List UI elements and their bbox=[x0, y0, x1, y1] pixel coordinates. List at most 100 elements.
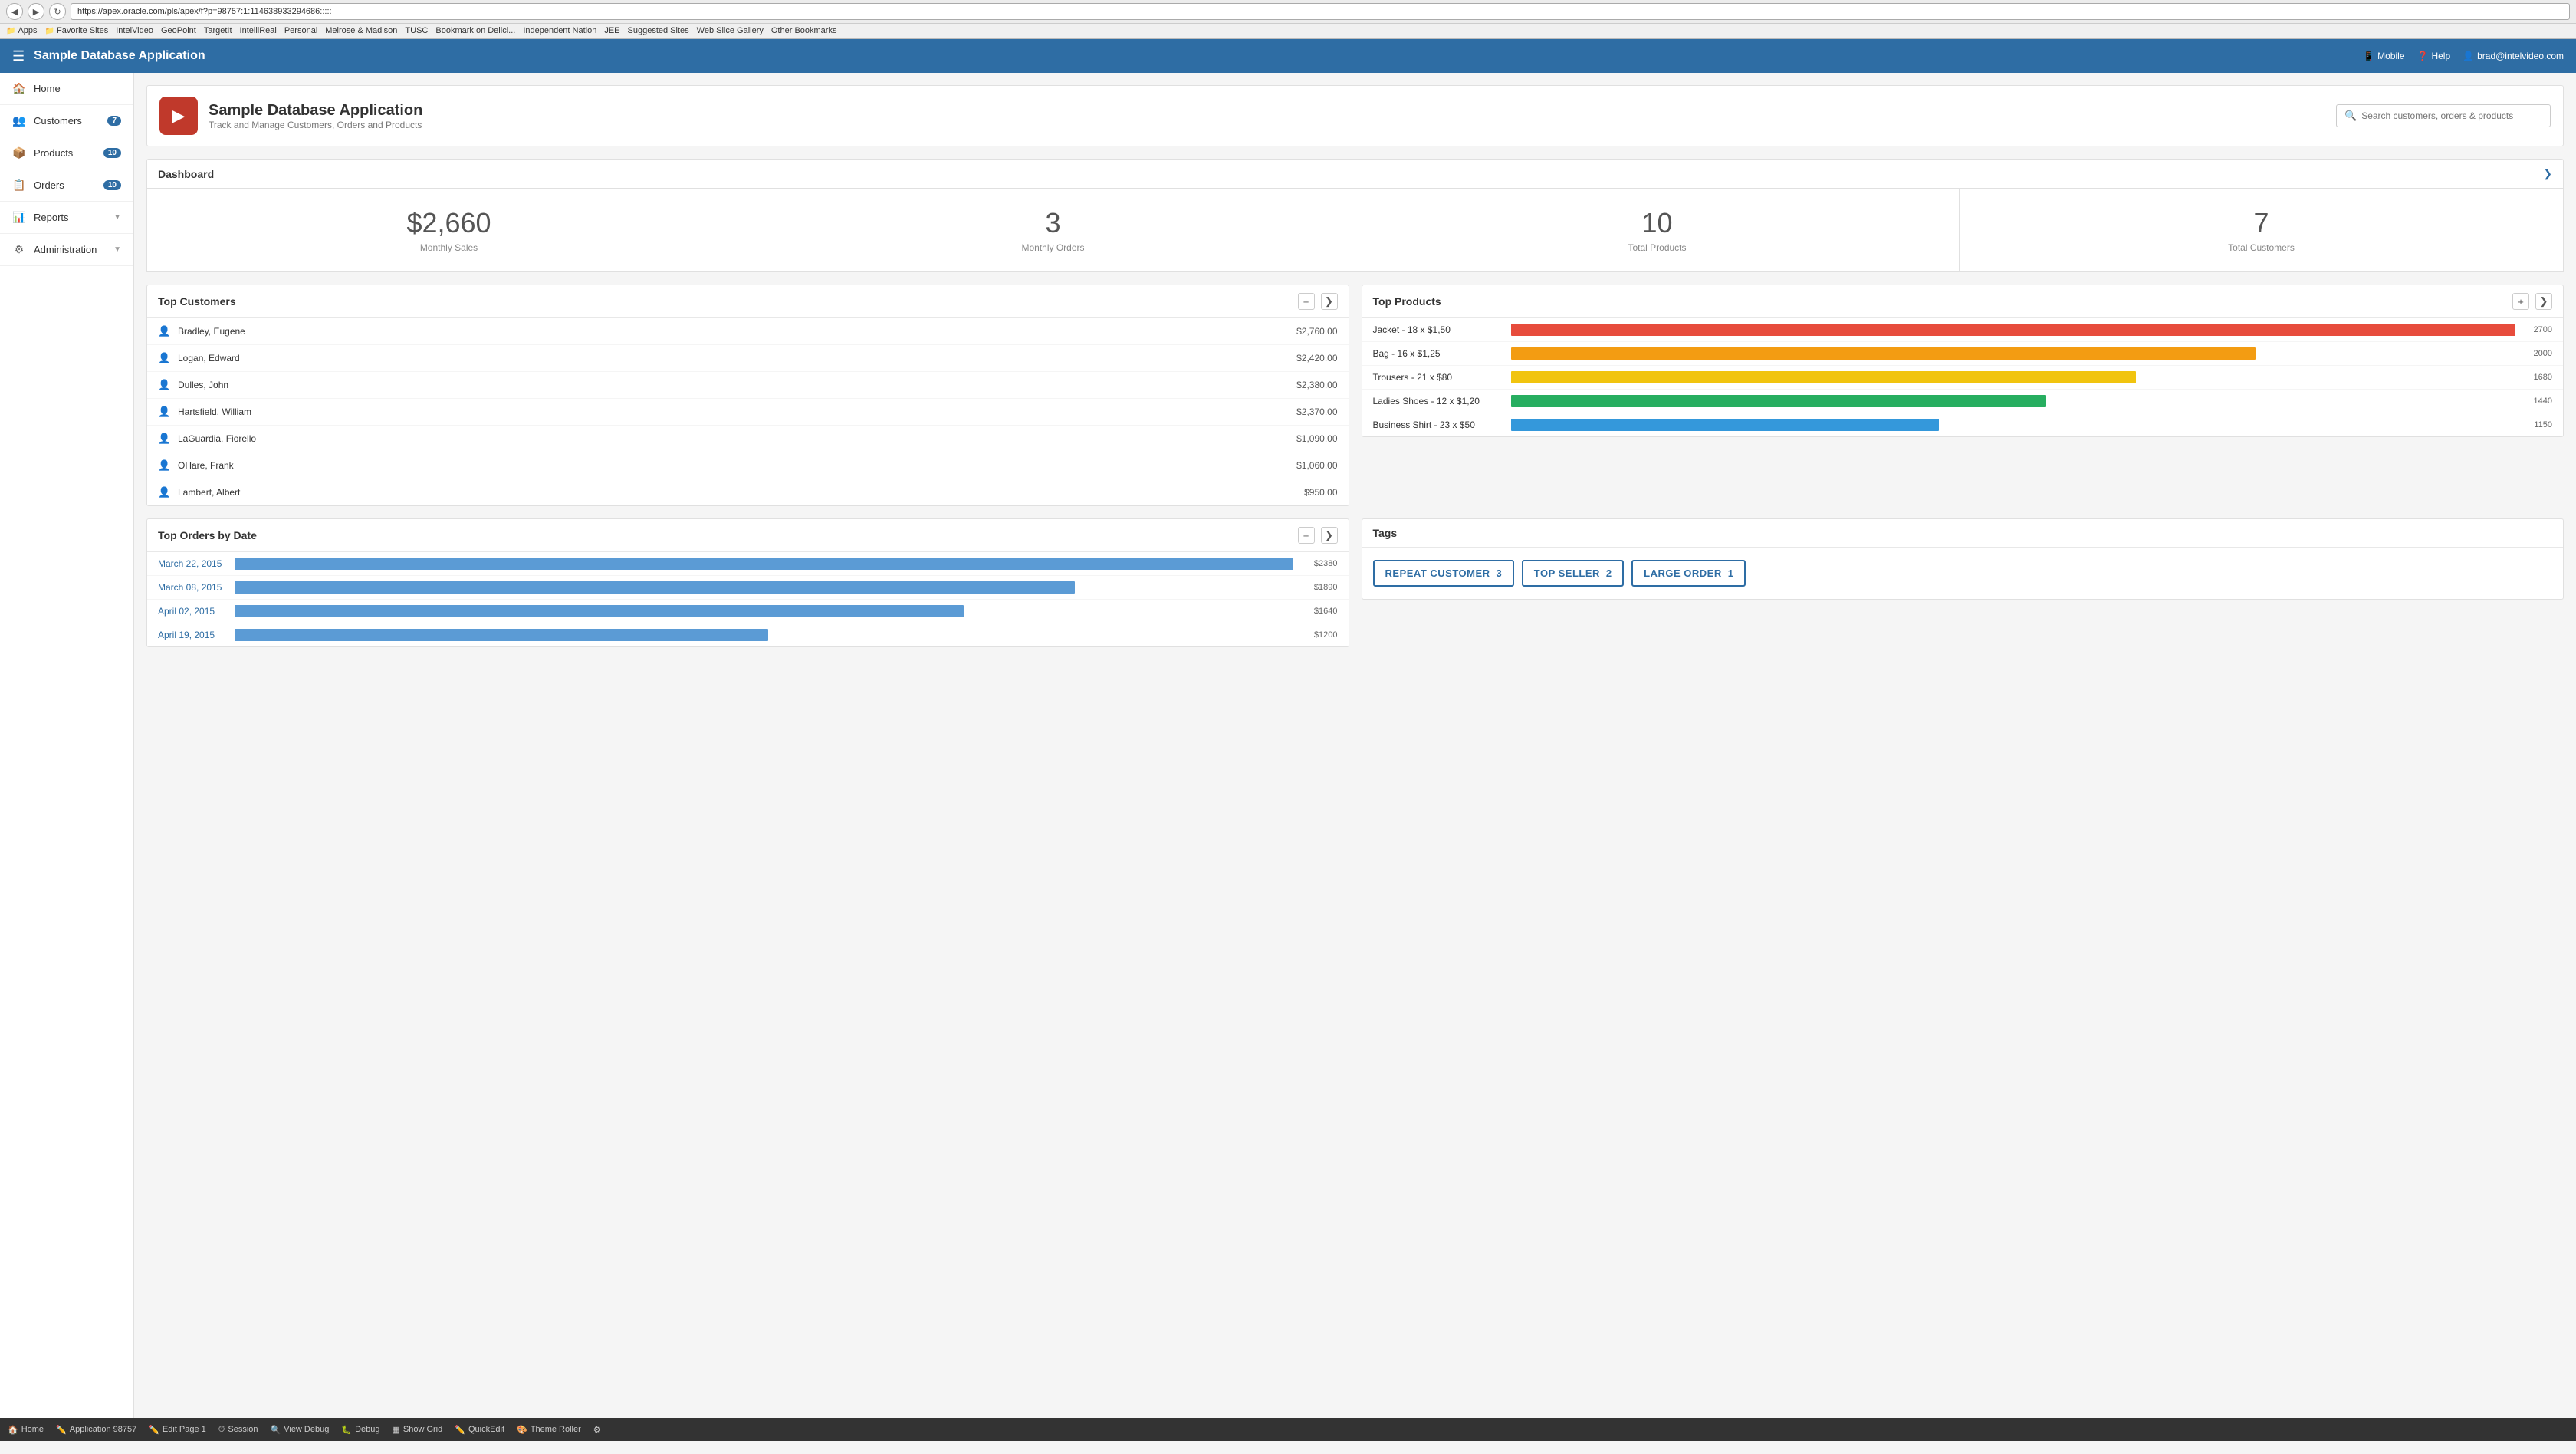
help-link[interactable]: ❓ Help bbox=[2417, 51, 2451, 61]
stat-card-total-customers: 7 Total Customers bbox=[1960, 189, 2564, 272]
tag-item[interactable]: LARGE ORDER 1 bbox=[1631, 560, 1746, 587]
order-row: April 19, 2015 $1200 bbox=[147, 623, 1349, 646]
order-bar bbox=[235, 605, 964, 617]
customer-row[interactable]: 👤 Logan, Edward $2,420.00 bbox=[147, 345, 1349, 372]
bookmark-intelvideo[interactable]: IntelVideo bbox=[116, 26, 153, 35]
dashboard-chevron-icon[interactable]: ❯ bbox=[2543, 167, 2552, 180]
customer-name: Bradley, Eugene bbox=[178, 326, 1296, 337]
bookmark-intellireal[interactable]: IntelliReal bbox=[240, 26, 277, 35]
devbar-edit-page[interactable]: ✏️ Edit Page 1 bbox=[149, 1425, 206, 1435]
bookmark-delicious[interactable]: Bookmark on Delici... bbox=[435, 26, 515, 35]
top-nav-right: 📱 Mobile ❓ Help 👤 brad@intelvideo.com bbox=[2363, 51, 2564, 61]
product-label: Jacket - 18 x $1,50 bbox=[1373, 324, 1511, 335]
bookmark-independent[interactable]: Independent Nation bbox=[523, 26, 596, 35]
top-orders-col: Top Orders by Date + ❯ March 22, 2015 $2… bbox=[146, 518, 1349, 647]
forward-button[interactable]: ▶ bbox=[28, 3, 44, 20]
customer-row[interactable]: 👤 LaGuardia, Fiorello $1,090.00 bbox=[147, 426, 1349, 452]
back-button[interactable]: ◀ bbox=[6, 3, 23, 20]
top-orders-header: Top Orders by Date + ❯ bbox=[147, 519, 1349, 552]
devbar-view-debug[interactable]: 🔍 View Debug bbox=[271, 1425, 330, 1435]
bookmark-favorite-sites[interactable]: Favorite Sites bbox=[45, 26, 109, 35]
total-products-value: 10 bbox=[1641, 207, 1672, 239]
tag-count: 2 bbox=[1606, 567, 1612, 579]
search-box[interactable]: 🔍 bbox=[2336, 104, 2551, 127]
top-customers-add-button[interactable]: + bbox=[1298, 293, 1315, 310]
order-date[interactable]: April 02, 2015 bbox=[158, 606, 235, 617]
sidebar-item-administration[interactable]: ⚙ Administration ▼ bbox=[0, 234, 133, 266]
order-value: $1640 bbox=[1300, 607, 1338, 616]
devbar-debug[interactable]: 🐛 Debug bbox=[341, 1425, 380, 1435]
product-label: Ladies Shoes - 12 x $1,20 bbox=[1373, 396, 1511, 406]
product-bar-container bbox=[1511, 347, 2516, 360]
sidebar-item-home[interactable]: 🏠 Home bbox=[0, 73, 133, 105]
customer-row[interactable]: 👤 Lambert, Albert $950.00 bbox=[147, 479, 1349, 505]
top-orders-add-button[interactable]: + bbox=[1298, 527, 1315, 544]
mobile-link[interactable]: 📱 Mobile bbox=[2363, 51, 2404, 61]
bookmark-tusc[interactable]: TUSC bbox=[405, 26, 428, 35]
stats-row: $2,660 Monthly Sales 3 Monthly Orders 10… bbox=[146, 189, 2564, 272]
tag-item[interactable]: REPEAT CUSTOMER 3 bbox=[1373, 560, 1514, 587]
tags-header: Tags bbox=[1362, 519, 2564, 548]
bookmark-jee[interactable]: JEE bbox=[604, 26, 619, 35]
top-products-nav-button[interactable]: ❯ bbox=[2535, 293, 2552, 310]
search-icon: 🔍 bbox=[2344, 110, 2357, 122]
bookmark-geopoint[interactable]: GeoPoint bbox=[161, 26, 196, 35]
browser-chrome: ◀ ▶ ↻ Apps Favorite Sites IntelVideo Geo… bbox=[0, 0, 2576, 39]
order-value: $1890 bbox=[1300, 583, 1338, 592]
top-customers-nav-button[interactable]: ❯ bbox=[1321, 293, 1338, 310]
hamburger-icon[interactable]: ☰ bbox=[12, 48, 25, 64]
devbar-settings[interactable]: ⚙ bbox=[593, 1425, 601, 1435]
search-input[interactable] bbox=[2361, 110, 2542, 121]
customer-avatar-icon: 👤 bbox=[158, 406, 170, 418]
orders-list: March 22, 2015 $2380 March 08, 2015 $189… bbox=[147, 552, 1349, 646]
product-value: 1150 bbox=[2522, 420, 2552, 429]
reports-icon: 📊 bbox=[12, 211, 26, 224]
top-orders-nav-button[interactable]: ❯ bbox=[1321, 527, 1338, 544]
customer-name: Logan, Edward bbox=[178, 353, 1296, 364]
products-badge: 10 bbox=[104, 148, 121, 158]
url-bar[interactable] bbox=[71, 3, 2570, 20]
bookmark-webslice[interactable]: Web Slice Gallery bbox=[697, 26, 764, 35]
customer-row[interactable]: 👤 Hartsfield, William $2,370.00 bbox=[147, 399, 1349, 426]
user-link[interactable]: 👤 brad@intelvideo.com bbox=[2463, 51, 2564, 61]
devbar-theme-roller[interactable]: 🎨 Theme Roller bbox=[517, 1425, 581, 1435]
customer-name: LaGuardia, Fiorello bbox=[178, 433, 1296, 444]
sidebar-item-reports[interactable]: 📊 Reports ▼ bbox=[0, 202, 133, 234]
bookmark-personal[interactable]: Personal bbox=[284, 26, 317, 35]
top-products-add-button[interactable]: + bbox=[2512, 293, 2529, 310]
customer-amount: $2,420.00 bbox=[1296, 353, 1337, 364]
bookmark-suggested[interactable]: Suggested Sites bbox=[628, 26, 689, 35]
content-area: ▶ Sample Database Application Track and … bbox=[134, 73, 2576, 1418]
product-bar bbox=[1511, 419, 1939, 431]
bookmark-other[interactable]: Other Bookmarks bbox=[771, 26, 837, 35]
customer-row[interactable]: 👤 Bradley, Eugene $2,760.00 bbox=[147, 318, 1349, 345]
order-date[interactable]: April 19, 2015 bbox=[158, 630, 235, 640]
devbar-quickedit[interactable]: ✏️ QuickEdit bbox=[455, 1425, 504, 1435]
tag-item[interactable]: TOP SELLER 2 bbox=[1522, 560, 1624, 587]
devbar-application[interactable]: ✏️ Application 98757 bbox=[56, 1425, 136, 1435]
customer-row[interactable]: 👤 OHare, Frank $1,060.00 bbox=[147, 452, 1349, 479]
order-bar-container bbox=[235, 558, 1293, 570]
top-nav: ☰ Sample Database Application 📱 Mobile ❓… bbox=[0, 39, 2576, 73]
devbar-show-grid[interactable]: ▦ Show Grid bbox=[392, 1425, 442, 1435]
bookmark-targetit[interactable]: TargetIt bbox=[204, 26, 232, 35]
sidebar-item-orders[interactable]: 📋 Orders 10 bbox=[0, 169, 133, 202]
bookmark-apps[interactable]: Apps bbox=[6, 26, 38, 35]
sidebar-item-customers[interactable]: 👥 Customers 7 bbox=[0, 105, 133, 137]
help-label: Help bbox=[2431, 51, 2450, 61]
bookmark-melrose[interactable]: Melrose & Madison bbox=[325, 26, 397, 35]
sidebar: 🏠 Home 👥 Customers 7 📦 Products 10 📋 Ord… bbox=[0, 73, 134, 1418]
order-date[interactable]: March 08, 2015 bbox=[158, 582, 235, 593]
tags-container: REPEAT CUSTOMER 3 TOP SELLER 2 LARGE ORD… bbox=[1362, 548, 2564, 599]
customer-avatar-icon: 👤 bbox=[158, 459, 170, 472]
sidebar-home-label: Home bbox=[34, 83, 121, 94]
administration-icon: ⚙ bbox=[12, 243, 26, 256]
sidebar-item-products[interactable]: 📦 Products 10 bbox=[0, 137, 133, 169]
devbar-session[interactable]: ⏱ Session bbox=[219, 1425, 258, 1435]
reload-button[interactable]: ↻ bbox=[49, 3, 66, 20]
devbar-home[interactable]: 🏠 Home bbox=[8, 1425, 44, 1435]
customer-row[interactable]: 👤 Dulles, John $2,380.00 bbox=[147, 372, 1349, 399]
customer-avatar-icon: 👤 bbox=[158, 379, 170, 391]
browser-toolbar: ◀ ▶ ↻ bbox=[0, 0, 2576, 24]
order-date[interactable]: March 22, 2015 bbox=[158, 558, 235, 569]
